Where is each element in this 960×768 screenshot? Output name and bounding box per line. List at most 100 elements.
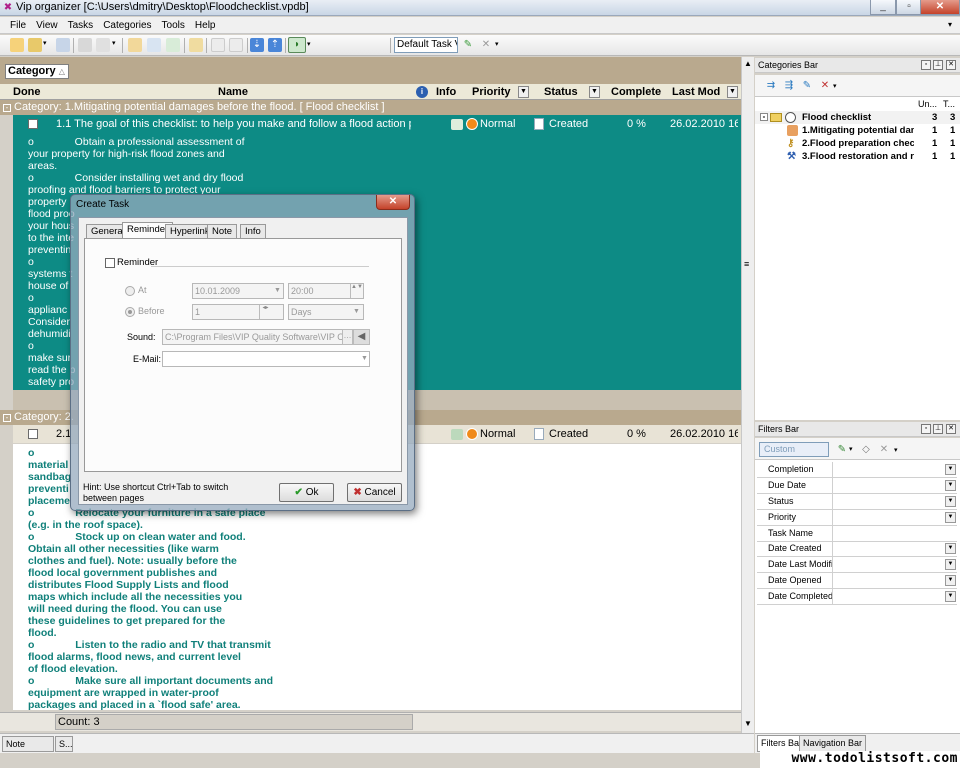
panel-restore-icon[interactable]: ▫ [921, 60, 931, 70]
panel-close-icon[interactable]: ✕ [946, 424, 956, 434]
collapse-icon[interactable]: - [3, 104, 11, 112]
filter-dropdown[interactable]: ▼ [945, 575, 956, 586]
sort-up-icon[interactable]: ⇡ [268, 38, 282, 52]
menu-file[interactable]: File [0, 17, 31, 34]
at-date-field[interactable]: 10.01.2009 [192, 283, 284, 299]
new-task-icon[interactable] [10, 38, 24, 52]
view-dropdown-icon[interactable]: ▾ [495, 40, 499, 48]
category-tree-root[interactable]: - Flood checklist 3 3 [755, 111, 960, 124]
status-filter-dropdown[interactable]: ▼ [589, 86, 600, 98]
filter-row-date-last-modified[interactable]: Date Last Modified ▼ [757, 557, 957, 573]
ok-button[interactable]: ✔ Ok [279, 483, 334, 502]
minimize-button[interactable]: _ [870, 0, 896, 15]
print-dropdown-icon[interactable]: ▾ [112, 39, 116, 47]
category-tree-item[interactable]: ⚒ 3.Flood restoration and re 1 1 [755, 150, 960, 163]
filter-row-date-opened[interactable]: Date Opened ▼ [757, 573, 957, 589]
last-mod-filter-dropdown[interactable]: ▼ [727, 86, 738, 98]
category-tree-item[interactable]: ⚷ 2.Flood preparation check 1 1 [755, 137, 960, 150]
col-complete[interactable]: Complete [611, 84, 667, 100]
email-field[interactable] [162, 351, 370, 367]
col-last-modified[interactable]: Last Mod [672, 84, 724, 100]
cancel-button[interactable]: ✖ Cancel [347, 483, 402, 502]
open-dropdown-icon[interactable]: ▾ [43, 39, 47, 47]
delete-category-icon[interactable]: ✕ [818, 79, 832, 93]
category-tree-item[interactable]: 1.Mitigating potential dam 1 1 [755, 124, 960, 137]
priority-filter-dropdown[interactable]: ▼ [518, 86, 529, 98]
before-spinner-icon[interactable]: ◂▸ [259, 305, 271, 319]
category-group-row[interactable]: - Category: 1.Mitigating potential damage… [0, 100, 741, 115]
panel-pin-icon[interactable]: ⊥ [933, 60, 943, 70]
filter-dropdown[interactable]: ▼ [945, 496, 956, 507]
status-tab-note[interactable]: Note [2, 736, 54, 752]
filter-row-date-completed[interactable]: Date Completed ▼ [757, 589, 957, 605]
at-radio[interactable] [125, 286, 135, 296]
splitter-grip-icon[interactable]: ≡ [744, 259, 749, 269]
done-checkbox[interactable] [28, 119, 38, 129]
mail-send-icon[interactable] [229, 38, 243, 52]
add-category-icon[interactable] [128, 38, 142, 52]
filter-preset-select[interactable]: Custom [759, 442, 829, 457]
task-row[interactable]: 1.1 The goal of this checklist: to help … [13, 115, 741, 133]
filter-dropdown[interactable]: ▼ [945, 543, 956, 554]
group-by-category-chip[interactable]: Category △ [5, 64, 69, 79]
remove-filter-icon[interactable]: ✕ [877, 443, 891, 457]
filter-row-due-date[interactable]: Due Date ▼ [757, 478, 957, 494]
panel-close-icon[interactable]: ✕ [946, 60, 956, 70]
filter-dropdown[interactable]: ▼ [945, 591, 956, 602]
tab-note[interactable]: Note [207, 224, 238, 239]
filter-row-date-created[interactable]: Date Created ▼ [757, 541, 957, 557]
col-done[interactable]: Done [13, 84, 63, 100]
date-dropdown-icon[interactable]: ▼ [274, 287, 281, 294]
tab-navigation-bar[interactable]: Navigation Bar [799, 735, 867, 752]
scroll-down-icon[interactable]: ▼ [744, 719, 752, 728]
apply-filter-icon[interactable]: ✎ [835, 443, 849, 457]
email-dropdown-icon[interactable]: ▼ [361, 355, 368, 362]
reminder-checkbox[interactable] [105, 258, 115, 268]
unit-dropdown-icon[interactable]: ▼ [353, 308, 360, 315]
status-tab-s[interactable]: S... [55, 736, 73, 752]
filter-dropdown-icon[interactable]: ▾ [307, 40, 311, 48]
add-subcategory-icon[interactable]: ⇶ [782, 79, 796, 93]
dialog-close-button[interactable]: ✕ [376, 195, 410, 210]
filter-menu-dropdown-icon[interactable]: ▾ [849, 445, 853, 453]
filter-dropdown[interactable]: ▼ [945, 559, 956, 570]
maximize-button[interactable]: ▫ [896, 0, 922, 15]
filter-row-task-name[interactable]: Task Name [757, 526, 957, 542]
more-dropdown-icon[interactable]: ▾ [894, 446, 898, 454]
save-icon[interactable] [56, 38, 70, 52]
print-icon[interactable] [78, 38, 92, 52]
browse-sound-button[interactable]: … [342, 329, 353, 345]
task-view-select[interactable]: Default Task V [394, 37, 458, 53]
link-icon[interactable] [189, 38, 203, 52]
panel-restore-icon[interactable]: ▫ [921, 424, 931, 434]
add-category-icon[interactable]: ⇉ [764, 79, 778, 93]
menu-tools[interactable]: Tools [157, 17, 190, 34]
filter-row-completion[interactable]: Completion ▼ [757, 462, 957, 478]
properties-icon[interactable] [166, 38, 180, 52]
open-icon[interactable] [28, 38, 42, 52]
clear-filter-icon[interactable]: ◇ [859, 443, 873, 457]
menu-categories[interactable]: Categories [98, 17, 156, 34]
col-name[interactable]: Name [218, 84, 258, 100]
menu-tasks[interactable]: Tasks [63, 17, 99, 34]
apply-view-icon[interactable]: ✎ [461, 38, 475, 52]
menu-view[interactable]: View [31, 17, 63, 34]
mail-icon[interactable] [211, 38, 225, 52]
col-priority[interactable]: Priority [472, 84, 516, 100]
edit-category-icon[interactable]: ✎ [800, 79, 814, 93]
sound-path-field[interactable]: C:\Program Files\VIP Quality Software\VI… [162, 329, 344, 345]
filter-toggle-icon[interactable]: ◗ [288, 37, 306, 53]
filter-row-status[interactable]: Status ▼ [757, 494, 957, 510]
delete-view-icon[interactable]: ✕ [479, 38, 493, 52]
vertical-scrollbar[interactable]: ▲ ≡ ▼ [741, 57, 754, 733]
menu-help[interactable]: Help [190, 17, 221, 34]
collapse-icon[interactable]: - [3, 414, 11, 422]
edit-icon[interactable] [147, 38, 161, 52]
print-preview-icon[interactable] [96, 38, 110, 52]
before-radio[interactable] [125, 307, 135, 317]
filter-row-priority[interactable]: Priority ▼ [757, 510, 957, 526]
time-spinner-icon[interactable]: ▲▼ [350, 284, 363, 298]
filter-dropdown[interactable]: ▼ [945, 512, 956, 523]
col-info[interactable]: Info [436, 84, 466, 100]
filter-dropdown[interactable]: ▼ [945, 480, 956, 491]
